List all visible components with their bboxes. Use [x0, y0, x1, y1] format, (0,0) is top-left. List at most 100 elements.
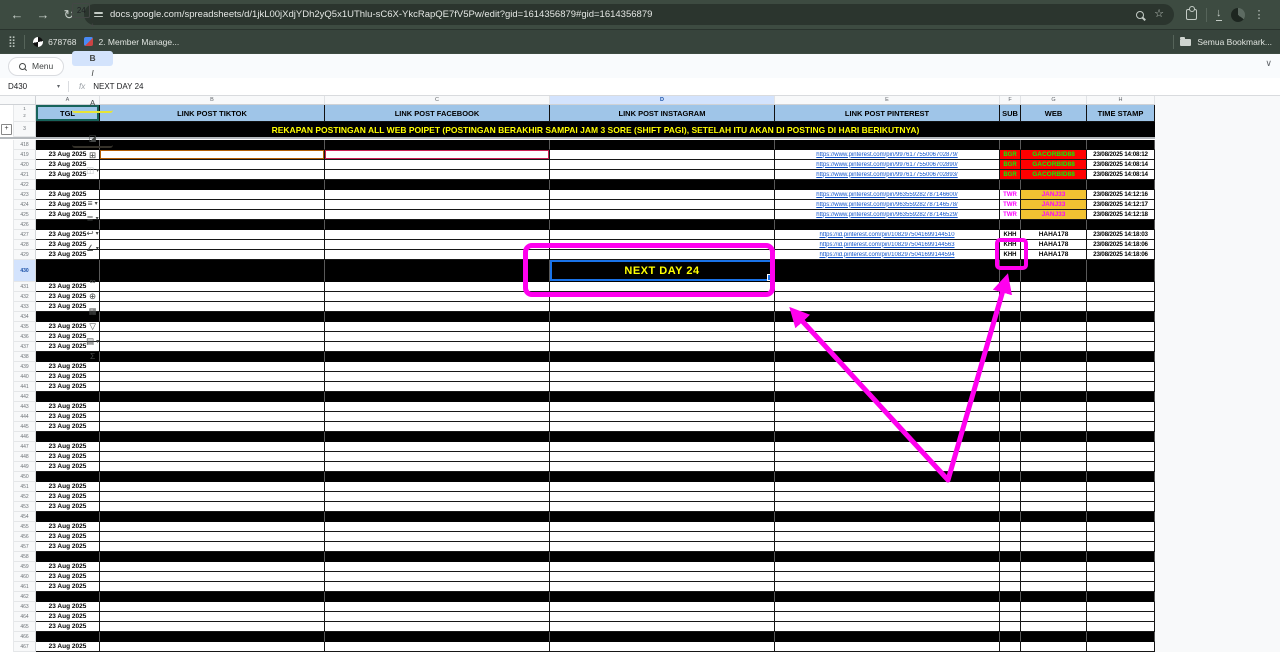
cell-B443[interactable] [100, 402, 325, 412]
cell-C452[interactable] [325, 492, 550, 502]
cell-E440[interactable] [775, 372, 1000, 382]
fill-color-icon[interactable]: ◪ [72, 131, 113, 148]
insert-link-icon[interactable]: ∞ [72, 274, 113, 289]
cell-H443[interactable] [1087, 402, 1155, 412]
cell-C420[interactable] [325, 160, 550, 170]
cell-D426[interactable] [550, 220, 775, 230]
cell-F424[interactable]: TWR [1000, 200, 1021, 210]
cell-H424[interactable]: 23/08/2025 14:12:17 [1087, 200, 1155, 210]
cell-E445[interactable] [775, 422, 1000, 432]
cell-E432[interactable] [775, 292, 1000, 302]
row-number[interactable]: 420 [14, 160, 36, 170]
cell-C458[interactable] [325, 552, 550, 562]
cell-F419[interactable]: BGR [1000, 150, 1021, 160]
cell-C421[interactable] [325, 170, 550, 180]
cell-C437[interactable] [325, 342, 550, 352]
text-rotation-icon[interactable]: ∠ [72, 241, 113, 256]
table-column-header-H[interactable]: TIME STAMP [1087, 105, 1155, 122]
name-box[interactable]: D430 ▾ [0, 82, 68, 91]
cell-E447[interactable] [775, 442, 1000, 452]
cell-C433[interactable] [325, 302, 550, 312]
row-number[interactable]: 433 [14, 302, 36, 312]
cell-G449[interactable] [1021, 462, 1087, 472]
cell-B432[interactable] [100, 292, 325, 302]
merge-cells-icon[interactable]: ◫ [72, 163, 113, 178]
cell-H422[interactable] [1087, 180, 1155, 190]
row-number[interactable]: 452 [14, 492, 36, 502]
cell-F459[interactable] [1000, 562, 1021, 572]
cell-G428[interactable]: HAHA178 [1021, 240, 1087, 250]
cell-F466[interactable] [1000, 632, 1021, 642]
cell-D441[interactable] [550, 382, 775, 392]
cell-A464[interactable]: 23 Aug 2025 [36, 612, 100, 622]
cell-C419[interactable] [325, 150, 550, 160]
cell-E433[interactable] [775, 302, 1000, 312]
cell-G427[interactable]: HAHA178 [1021, 230, 1087, 240]
cell-D436[interactable] [550, 332, 775, 342]
cell-H453[interactable] [1087, 502, 1155, 512]
insert-chart-icon[interactable]: ▦ [72, 304, 113, 319]
row-number[interactable]: 432 [14, 292, 36, 302]
cell-A466[interactable] [36, 632, 100, 642]
cell-D427[interactable] [550, 230, 775, 240]
pinterest-link[interactable]: https://www.pinterest.com/pin/9635592827… [816, 212, 957, 218]
cell-E448[interactable] [775, 452, 1000, 462]
cell-H448[interactable] [1087, 452, 1155, 462]
cell-F432[interactable] [1000, 292, 1021, 302]
cell-H433[interactable] [1087, 302, 1155, 312]
cell-H447[interactable] [1087, 442, 1155, 452]
cell-B418[interactable] [100, 140, 325, 150]
cell-E456[interactable] [775, 532, 1000, 542]
cell-F435[interactable] [1000, 322, 1021, 332]
cell-G438[interactable] [1021, 352, 1087, 362]
cell-A467[interactable]: 23 Aug 2025 [36, 642, 100, 652]
banner-cell[interactable]: REKAPAN POSTINGAN ALL WEB POIPET (POSTIN… [36, 122, 1155, 137]
cell-H439[interactable] [1087, 362, 1155, 372]
cell-H445[interactable] [1087, 422, 1155, 432]
cell-H456[interactable] [1087, 532, 1155, 542]
cell-H462[interactable] [1087, 592, 1155, 602]
cell-C462[interactable] [325, 592, 550, 602]
cell-C465[interactable] [325, 622, 550, 632]
cell-G444[interactable] [1021, 412, 1087, 422]
cell-D437[interactable] [550, 342, 775, 352]
cell-F467[interactable] [1000, 642, 1021, 652]
cell-G467[interactable] [1021, 642, 1087, 652]
row-number[interactable]: 425 [14, 210, 36, 220]
row-number[interactable]: 438 [14, 352, 36, 362]
cell-E449[interactable] [775, 462, 1000, 472]
cell-B438[interactable] [100, 352, 325, 362]
row-number[interactable]: 454 [14, 512, 36, 522]
cell-B447[interactable] [100, 442, 325, 452]
cell-E462[interactable] [775, 592, 1000, 602]
cell-B452[interactable] [100, 492, 325, 502]
cell-G433[interactable] [1021, 302, 1087, 312]
cell-H420[interactable]: 23/08/2025 14:08:14 [1087, 160, 1155, 170]
cell-D442[interactable] [550, 392, 775, 402]
cell-C455[interactable] [325, 522, 550, 532]
cell-G440[interactable] [1021, 372, 1087, 382]
cell-H465[interactable] [1087, 622, 1155, 632]
cell-B430[interactable] [100, 260, 325, 282]
cell-F443[interactable] [1000, 402, 1021, 412]
back-icon[interactable]: ← [6, 0, 28, 29]
cell-B420[interactable] [100, 160, 325, 170]
cell-B424[interactable] [100, 200, 325, 210]
cell-E430[interactable] [775, 260, 1000, 282]
cell-G457[interactable] [1021, 542, 1087, 552]
cell-D431[interactable] [550, 282, 775, 292]
cell-E465[interactable] [775, 622, 1000, 632]
row-number[interactable]: 463 [14, 602, 36, 612]
cell-F444[interactable] [1000, 412, 1021, 422]
cell-E421[interactable]: https://www.pinterest.com/pin/9976177550… [775, 170, 1000, 180]
cell-G436[interactable] [1021, 332, 1087, 342]
cell-B455[interactable] [100, 522, 325, 532]
cell-H423[interactable]: 23/08/2025 14:12:16 [1087, 190, 1155, 200]
row-number[interactable]: 441 [14, 382, 36, 392]
cell-H436[interactable] [1087, 332, 1155, 342]
bookmark-star-icon[interactable]: ☆ [1154, 9, 1164, 20]
cell-G453[interactable] [1021, 502, 1087, 512]
cell-G426[interactable] [1021, 220, 1087, 230]
table-column-header-D[interactable]: LINK POST INSTAGRAM [550, 105, 775, 122]
cell-D448[interactable] [550, 452, 775, 462]
